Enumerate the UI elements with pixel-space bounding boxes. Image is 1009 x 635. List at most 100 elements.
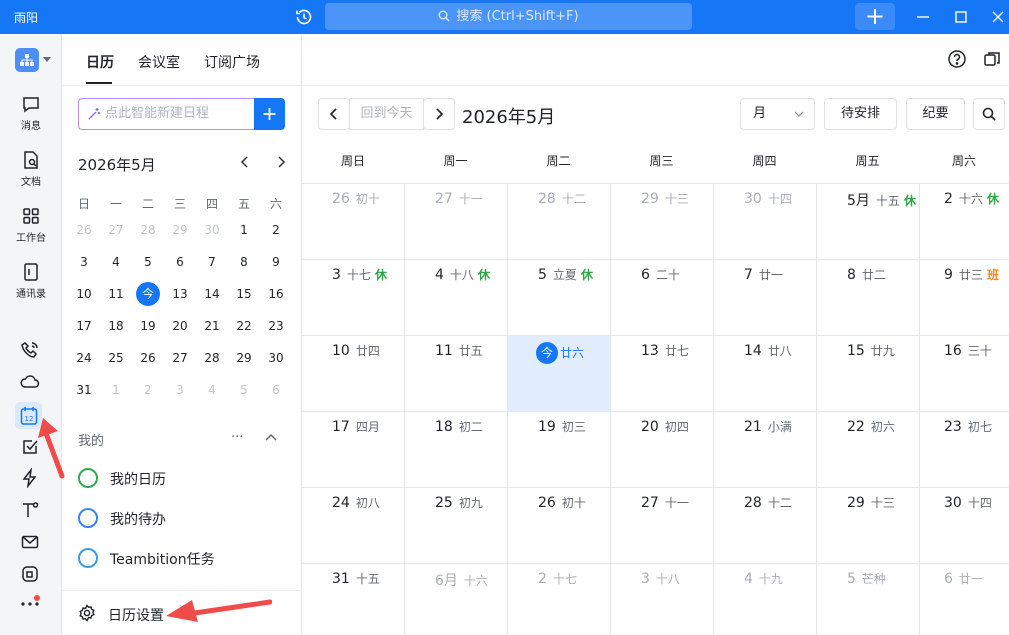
calendar-day-cell[interactable]: 6 二十	[610, 259, 713, 335]
back-to-today-button[interactable]: 回到今天	[349, 98, 424, 130]
smart-add-button[interactable]	[254, 98, 285, 130]
chevron-left-icon[interactable]	[240, 155, 250, 169]
mini-day[interactable]: 16	[260, 278, 292, 310]
calendar-day-cell[interactable]: 5 立夏休	[507, 259, 610, 335]
mini-day[interactable]: 26	[132, 342, 164, 374]
org-avatar[interactable]	[15, 48, 39, 72]
calendar-day-cell[interactable]: 30 十四	[919, 487, 1009, 563]
mini-day[interactable]: 24	[68, 342, 100, 374]
calendar-day-cell[interactable]: 2 十六休	[919, 183, 1009, 259]
calendar-day-cell[interactable]: 9 廿三班	[919, 259, 1009, 335]
calendar-day-cell[interactable]: 26 初十	[302, 183, 404, 259]
mini-day[interactable]: 30	[196, 214, 228, 246]
calendar-day-cell[interactable]: 21 小满	[713, 411, 816, 487]
calendar-day-cell[interactable]: 28 十二	[713, 487, 816, 563]
mini-day[interactable]: 31	[68, 374, 100, 406]
calendar-day-cell[interactable]: 今廿六	[507, 335, 610, 411]
mini-day[interactable]: 29	[228, 342, 260, 374]
cloud-icon[interactable]	[20, 372, 40, 392]
mini-day[interactable]: 17	[68, 310, 100, 342]
mini-day[interactable]: 18	[100, 310, 132, 342]
calendar-day-cell[interactable]: 3 十八	[610, 563, 713, 635]
calendar-day-cell[interactable]: 2 十七	[507, 563, 610, 635]
calendar-day-cell[interactable]: 25 初九	[404, 487, 507, 563]
mail-icon[interactable]	[20, 532, 40, 552]
calendar-day-cell[interactable]: 13 廿七	[610, 335, 713, 411]
calendar-day-cell[interactable]: 3 十七休	[302, 259, 404, 335]
mini-day[interactable]: 今	[132, 278, 164, 310]
calendar-day-cell[interactable]: 5月 十五休	[816, 183, 919, 259]
calendar-day-cell[interactable]: 10 廿四	[302, 335, 404, 411]
calendar-day-cell[interactable]: 18 初二	[404, 411, 507, 487]
mini-day[interactable]: 26	[68, 214, 100, 246]
create-button[interactable]	[855, 3, 895, 30]
calendar-day-cell[interactable]: 11 廿五	[404, 335, 507, 411]
calendar-day-cell[interactable]: 29 十三	[610, 183, 713, 259]
calendar-day-cell[interactable]: 6月 十六	[404, 563, 507, 635]
maximize-icon[interactable]	[952, 8, 970, 26]
calendar-day-cell[interactable]: 24 初八	[302, 487, 404, 563]
calendar-day-cell[interactable]: 23 初七	[919, 411, 1009, 487]
mini-day[interactable]: 2	[132, 374, 164, 406]
text-tool-icon[interactable]	[20, 500, 40, 520]
minimize-icon[interactable]	[914, 8, 932, 26]
tab-meeting-room[interactable]: 会议室	[138, 52, 180, 72]
rail-docs[interactable]: 文档	[0, 150, 62, 188]
mini-day[interactable]: 9	[260, 246, 292, 278]
calendar-day-cell[interactable]: 28 十二	[507, 183, 610, 259]
mini-day[interactable]: 3	[68, 246, 100, 278]
calendar-day-cell[interactable]: 5 芒种	[816, 563, 919, 635]
memo-button[interactable]: 纪要	[906, 98, 965, 130]
calendar-day-cell[interactable]: 7 廿一	[713, 259, 816, 335]
chevron-up-icon[interactable]	[264, 432, 278, 442]
mini-day[interactable]: 19	[132, 310, 164, 342]
mini-day[interactable]: 2	[260, 214, 292, 246]
calendar-day-cell[interactable]: 31 十五	[302, 563, 404, 635]
mini-day[interactable]: 1	[228, 214, 260, 246]
mini-day[interactable]: 14	[196, 278, 228, 310]
mini-day[interactable]: 1	[100, 374, 132, 406]
app-icon[interactable]	[20, 564, 40, 584]
calendar-day-cell[interactable]: 27 十一	[404, 183, 507, 259]
mini-day[interactable]: 8	[228, 246, 260, 278]
calendar-day-cell[interactable]: 4 十八休	[404, 259, 507, 335]
section-more-button[interactable]: ···	[231, 430, 243, 445]
calendar-day-cell[interactable]: 15 廿九	[816, 335, 919, 411]
task-icon[interactable]	[20, 437, 40, 457]
help-icon[interactable]	[947, 49, 967, 69]
mini-day[interactable]: 27	[164, 342, 196, 374]
mini-day[interactable]: 30	[260, 342, 292, 374]
calendar-day-cell[interactable]: 22 初六	[816, 411, 919, 487]
mini-day[interactable]: 5	[132, 246, 164, 278]
mini-day[interactable]: 29	[164, 214, 196, 246]
rail-messages[interactable]: 消息	[0, 94, 62, 132]
mini-day[interactable]: 22	[228, 310, 260, 342]
mini-day[interactable]: 11	[100, 278, 132, 310]
chevron-right-icon[interactable]	[276, 155, 286, 169]
mini-day[interactable]: 28	[196, 342, 228, 374]
search-button[interactable]	[973, 98, 1005, 130]
mini-day[interactable]: 20	[164, 310, 196, 342]
mini-day[interactable]: 15	[228, 278, 260, 310]
rail-contacts[interactable]: 通讯录	[0, 262, 62, 300]
calendar-icon[interactable]: 12	[20, 406, 38, 426]
mini-today-badge[interactable]: 今	[136, 282, 160, 306]
calendar-day-cell[interactable]: 27 十一	[610, 487, 713, 563]
calendar-day-cell[interactable]: 16 三十	[919, 335, 1009, 411]
mini-day[interactable]: 21	[196, 310, 228, 342]
mini-day[interactable]: 25	[100, 342, 132, 374]
close-icon[interactable]	[989, 8, 1007, 26]
mini-day[interactable]: 28	[132, 214, 164, 246]
popout-icon[interactable]	[982, 49, 1002, 69]
mini-day[interactable]: 6	[164, 246, 196, 278]
mini-day[interactable]: 4	[196, 374, 228, 406]
tab-subscription[interactable]: 订阅广场	[204, 52, 260, 72]
mini-day[interactable]: 7	[196, 246, 228, 278]
mini-day[interactable]: 6	[260, 374, 292, 406]
prev-month-button[interactable]	[318, 98, 350, 130]
mini-day[interactable]: 4	[100, 246, 132, 278]
history-icon[interactable]	[294, 7, 314, 27]
calendar-day-cell[interactable]: 4 十九	[713, 563, 816, 635]
calendar-day-cell[interactable]: 8 廿二	[816, 259, 919, 335]
global-search-input[interactable]: 搜索 (Ctrl+Shift+F)	[325, 3, 692, 30]
